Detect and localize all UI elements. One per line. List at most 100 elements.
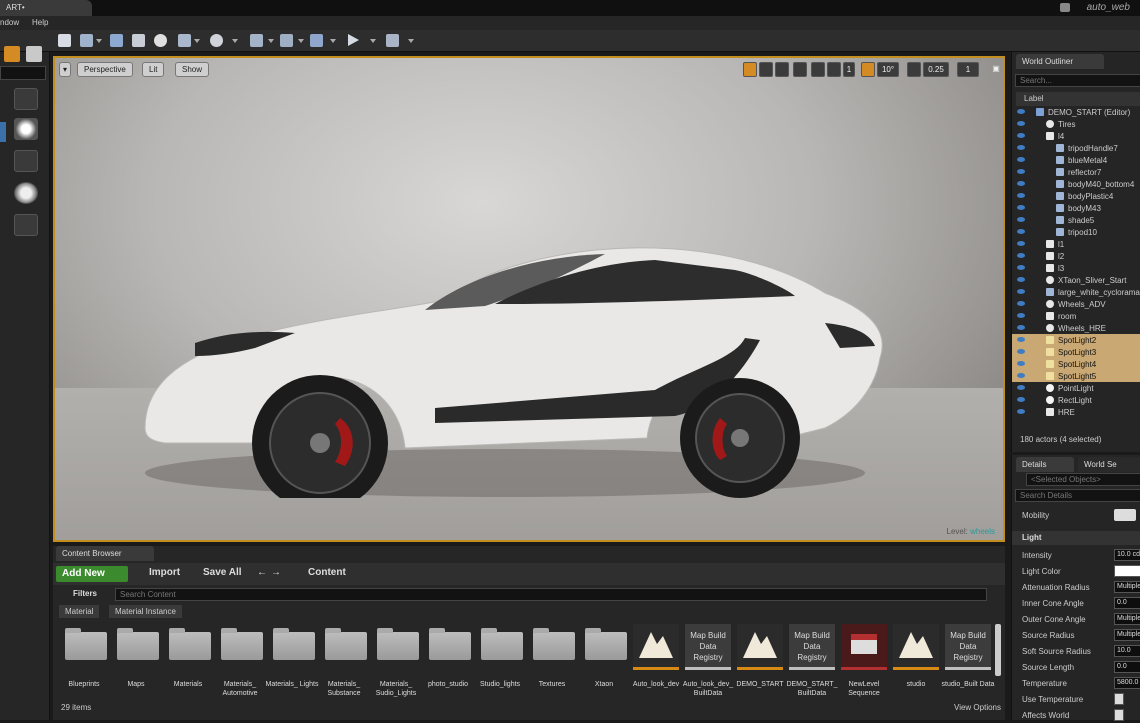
source-control-icon[interactable] (1060, 3, 1070, 12)
property-value[interactable] (1114, 565, 1140, 577)
basic-actors-icon[interactable] (14, 88, 38, 110)
content-browser-tab[interactable]: Content Browser (56, 546, 154, 561)
place-mode-icon[interactable] (4, 46, 20, 62)
world-settings-tab[interactable]: World Se (1078, 457, 1140, 472)
visibility-eye-icon[interactable] (1017, 361, 1025, 366)
grid-size[interactable]: 1 (843, 62, 855, 77)
content-search-input[interactable]: Search Content (115, 588, 987, 601)
asset-scrollbar[interactable] (995, 624, 1001, 676)
outliner-row[interactable]: l2 (1012, 250, 1140, 262)
launch-device-icon[interactable] (386, 34, 399, 47)
build-icon[interactable] (250, 34, 263, 47)
details-search-input[interactable]: Search Details (1015, 489, 1140, 502)
back-arrow-icon[interactable]: ← (257, 567, 267, 578)
visual-effects-icon[interactable] (14, 182, 38, 204)
outliner-row[interactable]: DEMO_START (Editor) (1012, 106, 1140, 118)
asset-tile[interactable]: NewLevel Sequence (839, 624, 889, 697)
save-all-button[interactable]: Save All (203, 567, 242, 578)
outliner-row[interactable]: PointLight (1012, 382, 1140, 394)
asset-tile[interactable]: Map Build Data Registry Auto_look_dev_ Bu… (683, 624, 733, 697)
import-button[interactable]: Import (149, 567, 180, 578)
mobility-toggle[interactable] (1114, 509, 1136, 521)
visibility-eye-icon[interactable] (1017, 121, 1025, 126)
asset-tile[interactable]: Xtaon (579, 624, 629, 694)
asset-tile[interactable]: DEMO_START (735, 624, 785, 694)
chevron-down-icon[interactable] (298, 39, 304, 43)
filters-button[interactable]: Filters (73, 589, 97, 598)
geometry-icon[interactable] (14, 214, 38, 236)
outliner-row[interactable]: l4 (1012, 130, 1140, 142)
asset-tile[interactable]: Materials (163, 624, 213, 694)
viewport-options-button[interactable]: ▾ (59, 62, 72, 77)
outliner-row[interactable]: SpotLight5 (1012, 370, 1140, 382)
filter-chip-material[interactable]: Material (59, 605, 100, 618)
visibility-eye-icon[interactable] (1017, 157, 1025, 162)
chevron-down-icon[interactable] (370, 39, 376, 43)
blueprints-icon[interactable] (178, 34, 191, 47)
outliner-row[interactable]: large_white_cyclorama (1012, 286, 1140, 298)
menu-help[interactable]: Help (32, 18, 48, 27)
asset-tile[interactable]: photo_studio (423, 624, 473, 694)
visibility-eye-icon[interactable] (1017, 145, 1025, 150)
cinematic-icon[interactable] (14, 150, 38, 172)
visibility-eye-icon[interactable] (1017, 313, 1025, 318)
world-space-icon[interactable] (793, 62, 807, 77)
level-tab[interactable]: ART• (0, 0, 92, 16)
outliner-search-input[interactable]: Search... (1015, 74, 1140, 87)
outliner-row[interactable]: bodyM40_bottom4 (1012, 178, 1140, 190)
visibility-eye-icon[interactable] (1017, 301, 1025, 306)
outliner-row[interactable]: l3 (1012, 262, 1140, 274)
visibility-eye-icon[interactable] (1017, 169, 1025, 174)
menu-window[interactable]: ndow (0, 18, 19, 27)
details-tab[interactable]: Details (1016, 457, 1074, 472)
paint-mode-icon[interactable] (26, 46, 42, 62)
outliner-row[interactable]: tripodHandle7 (1012, 142, 1140, 154)
scale-snap-icon[interactable] (907, 62, 921, 77)
chevron-down-icon[interactable] (408, 39, 414, 43)
asset-tile[interactable]: Auto_look_dev (631, 624, 681, 694)
property-value[interactable]: Multiple (1114, 581, 1140, 593)
asset-tile[interactable]: Textures (527, 624, 577, 694)
outliner-row[interactable]: bodyPlastic4 (1012, 190, 1140, 202)
lights-icon[interactable] (14, 118, 38, 140)
property-value[interactable]: 10.0 cd (1114, 549, 1140, 561)
visibility-eye-icon[interactable] (1017, 337, 1025, 342)
outliner-row[interactable]: Wheels_ADV (1012, 298, 1140, 310)
level-viewport[interactable]: ▾ Perspective Lit Show 1 10° 0.25 1 ▣ Le… (53, 56, 1005, 542)
property-value[interactable]: 5800.0 (1114, 677, 1140, 689)
visibility-eye-icon[interactable] (1017, 409, 1025, 414)
visibility-eye-icon[interactable] (1017, 229, 1025, 234)
outliner-row[interactable]: reflector7 (1012, 166, 1140, 178)
property-value[interactable]: 10.0 (1114, 645, 1140, 657)
property-value[interactable]: Multiple (1114, 613, 1140, 625)
selected-objects-field[interactable]: <Selected Objects> (1026, 473, 1140, 486)
property-value[interactable] (1114, 709, 1124, 721)
outliner-row[interactable]: blueMetal4 (1012, 154, 1140, 166)
visibility-eye-icon[interactable] (1017, 385, 1025, 390)
visibility-eye-icon[interactable] (1017, 109, 1025, 114)
asset-tile[interactable]: Map Build Data Registry DEMO_START_ Built… (786, 624, 838, 697)
rotation-snap-icon[interactable] (861, 62, 875, 77)
outliner-row[interactable]: HRE (1012, 406, 1140, 418)
chevron-down-icon[interactable] (268, 39, 274, 43)
angle-snap-value[interactable]: 10° (877, 62, 899, 77)
property-value[interactable] (1114, 693, 1124, 705)
visibility-eye-icon[interactable] (1017, 397, 1025, 402)
property-value[interactable]: Multiple (1114, 629, 1140, 641)
asset-tile[interactable]: studio (891, 624, 941, 694)
outliner-row[interactable]: RectLight (1012, 394, 1140, 406)
chevron-down-icon[interactable] (96, 39, 102, 43)
asset-tile[interactable]: Blueprints (59, 624, 109, 694)
maximize-icon[interactable]: ▣ (991, 62, 1001, 77)
visibility-eye-icon[interactable] (1017, 205, 1025, 210)
outliner-row[interactable]: l1 (1012, 238, 1140, 250)
cinematics-icon[interactable] (210, 34, 223, 47)
outliner-column-label[interactable]: Label (1016, 92, 1140, 106)
show-button[interactable]: Show (175, 62, 210, 77)
place-search-input[interactable] (0, 66, 46, 80)
marketplace-icon[interactable] (132, 34, 145, 47)
scale-icon[interactable] (775, 62, 789, 77)
outliner-row[interactable]: Tires (1012, 118, 1140, 130)
chevron-down-icon[interactable] (330, 39, 336, 43)
scale-snap-value[interactable]: 0.25 (923, 62, 949, 77)
